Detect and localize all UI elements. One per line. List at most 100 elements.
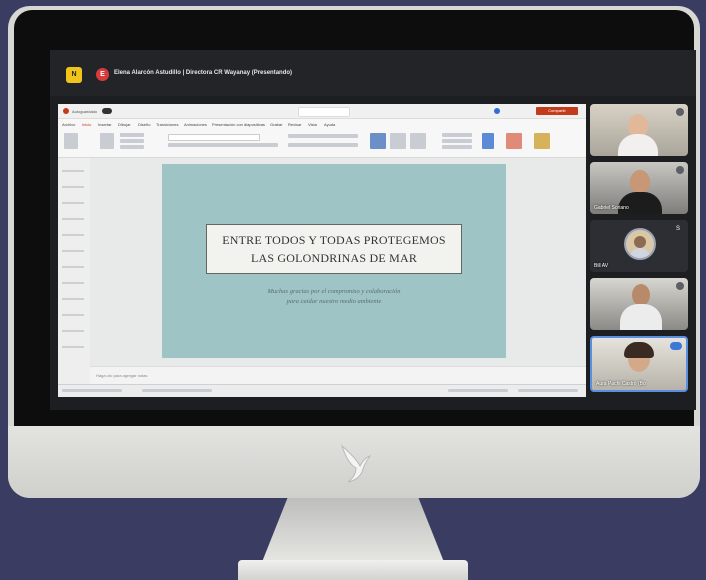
participant-tile[interactable]	[590, 104, 688, 156]
status-bar	[58, 384, 586, 397]
current-slide[interactable]: ENTRE TODOS Y TODAS PROTEGEMOS LAS GOLON…	[162, 164, 506, 358]
dictate-button[interactable]	[482, 133, 494, 149]
participant-video	[632, 284, 650, 306]
share-button[interactable]: Compartir	[536, 107, 578, 115]
paragraph-buttons[interactable]	[288, 134, 358, 138]
monitor-stand-neck	[262, 498, 444, 562]
swallow-logo-icon	[340, 444, 372, 483]
presenter-title: Elena Alarcón Astudillo | Directora CR W…	[114, 70, 293, 76]
participant-tile[interactable]	[590, 278, 688, 330]
tab-animaciones[interactable]: Animaciones	[184, 122, 207, 127]
tab-archivo[interactable]: Archivo	[62, 122, 75, 127]
outline-line	[62, 346, 84, 348]
participant-avatar	[624, 228, 656, 260]
user-avatar-icon[interactable]	[494, 108, 500, 114]
autosave-label: Autoguardado	[72, 109, 98, 114]
powerpoint-title-bar: Autoguardado Compartir	[58, 104, 586, 119]
outline-line	[62, 202, 84, 204]
participant-video	[620, 304, 662, 330]
screen-bezel: N E Elena Alarcón Astudillo | Directora …	[14, 10, 696, 426]
slide-subtitle-line-2: para cuidar nuestro medio ambiente	[286, 298, 382, 305]
shapes-button[interactable]	[370, 133, 386, 149]
tab-grabar[interactable]: Grabar	[270, 122, 282, 127]
slide-title-line-1: ENTRE TODOS Y TODAS PROTEGEMOS	[222, 233, 446, 247]
participant-video	[618, 134, 658, 156]
slide-canvas[interactable]: ENTRE TODOS Y TODAS PROTEGEMOS LAS GOLON…	[90, 158, 586, 384]
arrange-button[interactable]	[390, 133, 406, 149]
participant-video	[630, 170, 650, 194]
avatar-body	[630, 248, 650, 258]
zoom-slider[interactable]	[518, 389, 578, 392]
reset-button[interactable]	[120, 139, 144, 143]
outline-line	[62, 250, 84, 252]
mic-muted-icon	[676, 282, 684, 290]
select-button[interactable]	[442, 145, 472, 149]
tab-presentacion[interactable]: Presentación con diapositivas	[212, 122, 265, 127]
font-select[interactable]	[168, 134, 260, 141]
paste-button[interactable]	[64, 133, 78, 149]
avatar-face	[634, 236, 646, 248]
outline-line	[62, 282, 84, 284]
search-box[interactable]	[298, 107, 350, 117]
speaking-indicator-icon	[670, 342, 682, 350]
tab-diseno[interactable]: Diseño	[138, 122, 150, 127]
tab-inicio[interactable]: Inicio	[82, 122, 91, 127]
outline-line	[62, 186, 84, 188]
participant-name: Gabriel Soriano	[594, 205, 629, 211]
addins-button[interactable]	[506, 133, 522, 149]
outline-line	[62, 234, 84, 236]
participant-video	[624, 342, 654, 358]
tab-dibujar[interactable]: Dibujar	[118, 122, 131, 127]
section-button[interactable]	[120, 145, 144, 149]
participants-panel: Gabriel Soriano S Bill AV Aura Pachi Cas…	[590, 104, 688, 396]
tab-insertar[interactable]: Insertar	[98, 122, 112, 127]
outline-line	[62, 218, 84, 220]
tab-revisar[interactable]: Revisar	[288, 122, 302, 127]
replace-button[interactable]	[442, 139, 472, 143]
powerpoint-icon	[63, 108, 69, 114]
participant-tile[interactable]: Gabriel Soriano	[590, 162, 688, 214]
meeting-screen: N E Elena Alarcón Astudillo | Directora …	[50, 50, 696, 410]
autosave-toggle[interactable]	[102, 108, 112, 114]
view-buttons[interactable]	[448, 389, 508, 392]
ribbon-tabs: Archivo Inicio Insertar Dibujar Diseño T…	[58, 119, 586, 129]
participant-name: Aura Pachi Castro (Bo	[596, 381, 646, 387]
ribbon-commands	[58, 129, 586, 158]
slide-outline-panel[interactable]	[58, 158, 91, 384]
new-slide-button[interactable]	[100, 133, 114, 149]
outline-line	[62, 314, 84, 316]
font-format-buttons[interactable]	[168, 143, 278, 147]
outline-line	[62, 330, 84, 332]
imac-monitor: N E Elena Alarcón Astudillo | Directora …	[8, 6, 700, 498]
outline-line	[62, 170, 84, 172]
tab-ayuda[interactable]: Ayuda	[324, 122, 335, 127]
outline-line	[62, 266, 84, 268]
mic-muted-icon	[676, 166, 684, 174]
monitor-chin	[8, 426, 700, 498]
tab-transiciones[interactable]: Transiciones	[156, 122, 179, 127]
alignment-buttons[interactable]	[288, 143, 358, 147]
find-button[interactable]	[442, 133, 472, 137]
meeting-toolbar: N E Elena Alarcón Astudillo | Directora …	[50, 50, 696, 96]
participant-tile[interactable]: S Bill AV	[590, 220, 688, 272]
outline-line	[62, 298, 84, 300]
monitor-stand-base	[238, 560, 468, 580]
participant-tile-active-speaker[interactable]: Aura Pachi Castro (Bo	[590, 336, 688, 392]
quick-styles-button[interactable]	[410, 133, 426, 149]
slide-title-line-2: LAS GOLONDRINAS DE MAR	[250, 251, 418, 265]
participant-initial: S	[675, 226, 680, 232]
tab-vista[interactable]: Vista	[308, 122, 317, 127]
notes-placeholder: Haga clic para agregar notas	[96, 373, 148, 378]
participant-name: Bill AV	[594, 263, 609, 269]
meeting-app-icon[interactable]: N	[66, 67, 82, 83]
slide-title-box[interactable]: ENTRE TODOS Y TODAS PROTEGEMOS LAS GOLON…	[206, 224, 462, 274]
accessibility-status[interactable]	[142, 389, 212, 392]
slide-subtitle-line-1: Muchas gracias por el compromiso y colab…	[267, 288, 401, 295]
mic-muted-icon	[676, 108, 684, 116]
designer-button[interactable]	[534, 133, 550, 149]
shared-screen-powerpoint: Autoguardado Compartir Archivo Inicio In…	[58, 104, 586, 397]
layout-button[interactable]	[120, 133, 144, 137]
presenter-avatar: E	[96, 68, 109, 81]
slide-counter	[62, 389, 122, 392]
notes-pane[interactable]: Haga clic para agregar notas	[90, 366, 586, 385]
